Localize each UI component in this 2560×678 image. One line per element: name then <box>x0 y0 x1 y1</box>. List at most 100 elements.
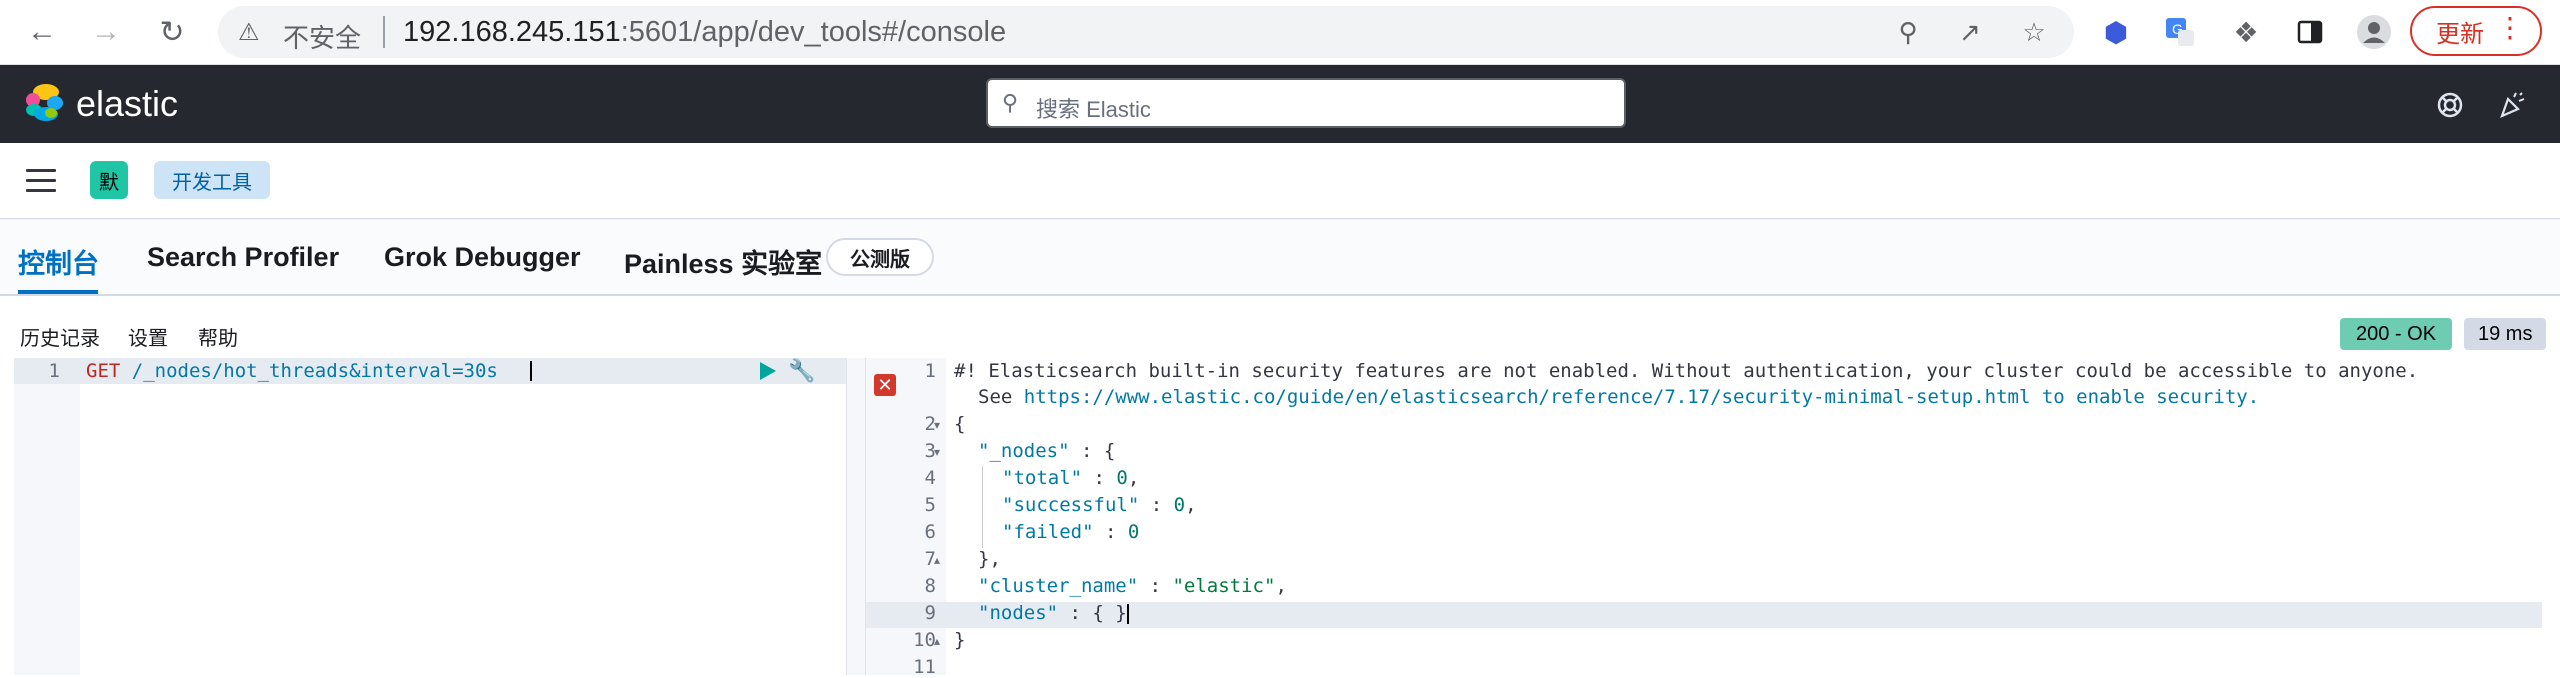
tab-console[interactable]: 控制台 <box>18 242 99 281</box>
share-icon[interactable]: ↗ <box>1954 16 1986 48</box>
json-line: "successful" : 0, <box>1002 494 1197 516</box>
zoom-icon[interactable]: ⚲ <box>1892 16 1924 48</box>
json-punct: : { } <box>1058 602 1127 624</box>
active-tab-indicator <box>18 290 98 294</box>
comment-suffix: to enable security. <box>2030 386 2260 408</box>
text-cursor <box>1126 603 1129 624</box>
url-path: :5601/app/dev_tools#/console <box>620 16 1007 48</box>
json-line: { <box>954 413 966 435</box>
json-key: "_nodes" <box>978 440 1070 462</box>
line-number: 6 <box>924 521 936 543</box>
dev-tools-tabs: 控制台 Search Profiler Grok Debugger Painle… <box>0 220 2560 296</box>
play-icon[interactable] <box>756 360 778 382</box>
bookmark-star-icon[interactable]: ☆ <box>2018 16 2050 48</box>
newsfeed-cheer-icon[interactable] <box>2494 87 2530 123</box>
json-line: "total" : 0, <box>1002 467 1140 489</box>
elastic-logo-text[interactable]: elastic <box>76 83 178 125</box>
json-value: 0 <box>1173 494 1186 516</box>
line-number: 8 <box>924 575 936 597</box>
security-comment-line: #! Elasticsearch built-in security featu… <box>954 360 2419 382</box>
extensions-puzzle-icon[interactable]: ❖ <box>2226 12 2266 52</box>
duration-badge: 19 ms <box>2464 318 2547 350</box>
address-bar[interactable]: ⚠ 不安全 192.168.245.151:5601/app/dev_tools… <box>218 6 2074 58</box>
json-key: "total" <box>1002 467 1083 489</box>
translate-extension-icon[interactable]: G <box>2160 12 2200 52</box>
security-doc-url[interactable]: https://www.elastic.co/guide/en/elastics… <box>1024 386 2031 408</box>
elastic-logo-icon[interactable] <box>24 83 64 123</box>
wrench-icon[interactable]: 🔧 <box>788 358 815 384</box>
json-line: "failed" : 0 <box>1002 521 1140 543</box>
profile-avatar-icon[interactable] <box>2354 12 2394 52</box>
security-comment-continuation: See https://www.elastic.co/guide/en/elas… <box>978 386 2259 408</box>
tab-search-profiler[interactable]: Search Profiler <box>147 242 339 273</box>
line-number: 1 <box>48 360 60 382</box>
json-key: "successful" <box>1002 494 1140 516</box>
help-link[interactable]: 帮助 <box>198 322 238 351</box>
back-icon[interactable]: ← <box>20 10 64 54</box>
url-text[interactable]: 192.168.245.151:5601/app/dev_tools#/cons… <box>403 16 1006 49</box>
help-lifebuoy-icon[interactable] <box>2432 87 2468 123</box>
side-panel-icon[interactable] <box>2290 12 2330 52</box>
request-method: GET <box>86 360 121 382</box>
extension-cube-icon[interactable]: ⬢ <box>2096 12 2136 52</box>
request-path: /_nodes/hot_threads&interval=30s <box>131 360 498 382</box>
json-line: "_nodes" : { <box>978 440 1115 462</box>
breadcrumb-dev-tools[interactable]: 开发工具 <box>154 161 270 199</box>
fold-arrow-icon[interactable]: ▴ <box>934 553 940 567</box>
menu-hamburger-icon[interactable] <box>26 169 56 193</box>
request-gutter <box>14 358 80 675</box>
tab-grok-debugger[interactable]: Grok Debugger <box>384 242 581 273</box>
json-key: "failed" <box>1002 521 1094 543</box>
line-number: 2 <box>924 413 936 435</box>
console-toolbar: 历史记录 设置 帮助 200 - OK 19 ms <box>0 296 2560 356</box>
fold-arrow-icon[interactable]: ▾ <box>934 418 940 432</box>
beta-badge: 公测版 <box>826 238 934 276</box>
json-line: }, <box>978 548 1001 570</box>
space-avatar[interactable]: 默 <box>90 161 128 199</box>
url-host: 192.168.245.151 <box>403 16 621 48</box>
settings-link[interactable]: 设置 <box>128 322 168 351</box>
forward-icon[interactable]: → <box>84 10 128 54</box>
reload-icon[interactable]: ↻ <box>150 10 194 54</box>
elastic-header: elastic ⚲ 搜索 Elastic <box>0 65 2560 143</box>
line-number: 3 <box>924 440 936 462</box>
request-editor[interactable]: 1 GET /_nodes/hot_threads&interval=30s 🔧 <box>14 358 846 675</box>
response-editor[interactable]: ✕ 1 2 3 4 5 6 7 8 9 10 11 ▾ ▾ ▴ ▴ #! Ela… <box>866 358 2560 678</box>
search-placeholder: 搜索 Elastic <box>1036 97 1151 122</box>
indent-guide <box>982 466 983 548</box>
comment-prefix: See <box>978 386 1024 408</box>
json-line: } <box>954 629 966 651</box>
address-separator <box>383 16 385 48</box>
warning-marker-icon[interactable]: ✕ <box>874 374 896 396</box>
line-number: 1 <box>924 360 936 382</box>
more-vert-icon[interactable]: ⋮ <box>2496 14 2524 42</box>
status-badge: 200 - OK <box>2340 318 2453 350</box>
text-cursor <box>530 361 532 381</box>
line-number: 4 <box>924 467 936 489</box>
tab-painless-lab[interactable]: Painless 实验室 <box>624 242 822 281</box>
json-value: 0 <box>1127 521 1140 543</box>
json-value: "elastic" <box>1172 575 1276 597</box>
update-label: 更新 <box>2436 20 2484 48</box>
json-line: "cluster_name" : "elastic", <box>978 575 1287 597</box>
json-key: "nodes" <box>978 602 1059 624</box>
fold-arrow-icon[interactable]: ▴ <box>934 634 940 648</box>
search-icon: ⚲ <box>1002 90 1019 115</box>
line-number: 5 <box>924 494 936 516</box>
global-search-input[interactable]: ⚲ 搜索 Elastic <box>986 78 1626 128</box>
json-value: 0 <box>1116 467 1128 489</box>
json-punct: : { <box>1069 440 1116 462</box>
insecure-label[interactable]: 不安全 <box>283 18 361 55</box>
fold-arrow-icon[interactable]: ▾ <box>934 445 940 459</box>
line-number: 9 <box>924 602 936 624</box>
line-number: 10 <box>913 629 936 651</box>
json-line: "nodes" : { } <box>978 602 1129 624</box>
breadcrumb-bar: 默 开发工具 <box>0 143 2560 219</box>
editor-resizer[interactable] <box>846 358 866 675</box>
json-key: "cluster_name" <box>978 575 1139 597</box>
warning-icon[interactable]: ⚠ <box>238 18 260 47</box>
history-link[interactable]: 历史记录 <box>20 322 100 351</box>
request-line[interactable]: GET /_nodes/hot_threads&interval=30s <box>86 360 498 382</box>
update-button[interactable]: 更新 ⋮ <box>2410 6 2542 56</box>
line-number: 7 <box>924 548 936 570</box>
